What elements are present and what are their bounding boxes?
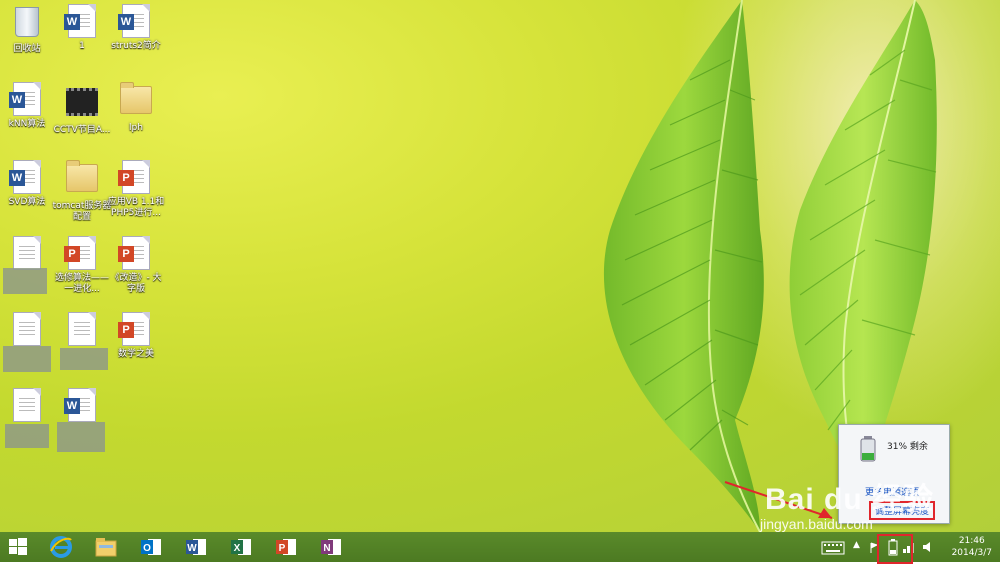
desktop-icon-word-doc[interactable]: W struts2简介 — [106, 4, 166, 52]
desktop-icon-word-doc[interactable]: W SVD算法 — [0, 160, 57, 208]
windows-logo-icon — [9, 538, 27, 555]
redacted-label — [60, 348, 108, 370]
svg-text:W: W — [187, 543, 197, 554]
word-document-icon: W — [64, 388, 96, 422]
desktop-icon-pdf[interactable]: P 选修算法——一进化... — [52, 236, 112, 295]
desktop-icon-recycle-bin[interactable]: 回收站 — [0, 4, 57, 55]
baidu-watermark: Bai du 经验 — [765, 483, 935, 516]
svg-text:P: P — [279, 543, 286, 554]
desktop-icon-pdf[interactable]: P 数学之美 — [106, 312, 166, 360]
word-document-icon: W — [64, 4, 96, 38]
desktop-icon-label: 《改造》- 大字版 — [110, 273, 162, 294]
file-explorer-icon — [95, 538, 117, 557]
desktop-icon-label: 数学之美 — [117, 349, 154, 359]
desktop-icon-label: 选修算法——一进化... — [54, 273, 109, 294]
desktop-icon-folder[interactable]: lph — [106, 82, 166, 134]
svg-text:N: N — [323, 543, 330, 554]
pdf-document-icon: P — [118, 312, 150, 346]
redacted-label — [5, 424, 49, 448]
touch-keyboard-icon[interactable] — [821, 541, 845, 555]
battery-percentage: 31% 剩余 — [887, 442, 928, 452]
desktop-icon-document[interactable] — [52, 312, 112, 346]
redacted-label — [3, 268, 47, 294]
document-icon — [13, 388, 41, 422]
clock-date: 2014/3/7 — [951, 548, 992, 558]
taskbar-powerpoint[interactable]: P — [274, 535, 298, 559]
desktop-icon-document[interactable] — [0, 388, 57, 422]
baidu-watermark-url: jingyan.baidu.com — [760, 516, 873, 532]
taskbar-onenote[interactable]: N — [319, 535, 343, 559]
desktop-icon-word-doc[interactable]: W kNN算法 — [0, 82, 57, 130]
desktop-background: 回收站 W 1 W struts2简介 W kNN算法 CCTV节目A... l… — [0, 0, 1000, 532]
outlook-icon: O — [141, 539, 161, 555]
recycle-bin-icon — [15, 7, 39, 37]
word-document-icon: W — [9, 160, 41, 194]
pdf-document-icon: P — [118, 236, 150, 270]
powerpoint-icon: P — [276, 539, 296, 555]
desktop-icon-label: struts2简介 — [111, 41, 161, 51]
desktop-icon-label: kNN算法 — [8, 119, 46, 129]
start-button[interactable] — [6, 535, 30, 559]
taskbar-file-explorer[interactable] — [94, 535, 118, 559]
desktop-icon-document[interactable] — [0, 312, 57, 346]
internet-explorer-icon — [50, 536, 72, 558]
desktop-icon-label: tomcat服务器配置 — [52, 201, 112, 222]
desktop-icon-folder[interactable]: tomcat服务器配置 — [52, 160, 112, 223]
document-icon — [13, 236, 41, 270]
folder-icon — [66, 160, 98, 192]
excel-icon: X — [231, 539, 251, 555]
desktop-icon-pdf[interactable]: P 应用VB 1.1和PHP5进行... — [106, 160, 166, 219]
desktop-icon-label: SVD算法 — [8, 197, 46, 207]
redacted-label — [57, 422, 105, 452]
document-icon — [68, 312, 96, 346]
system-clock[interactable]: 21:46 2014/3/7 — [952, 535, 992, 559]
desktop-icon-label: 1 — [79, 41, 85, 51]
show-hidden-icons-button[interactable]: ▲ — [853, 540, 860, 570]
desktop-icon-word-doc[interactable]: W — [52, 388, 112, 422]
folder-icon — [120, 82, 152, 114]
taskbar-word[interactable]: W — [184, 535, 208, 559]
pdf-document-icon: P — [118, 160, 150, 194]
video-file-icon — [66, 88, 98, 116]
svg-text:X: X — [234, 543, 241, 554]
taskbar: O W X P N ▲ 21:46 2014/3/7 — [0, 532, 1000, 562]
desktop-icon-label: CCTV节目A... — [53, 125, 111, 135]
word-document-icon: W — [118, 4, 150, 38]
desktop-icon-document[interactable] — [0, 236, 57, 270]
desktop-icon-label: 回收站 — [13, 44, 41, 54]
redacted-label — [3, 346, 51, 372]
onenote-icon: N — [321, 539, 341, 555]
clock-time: 21:46 — [958, 536, 985, 546]
volume-icon[interactable] — [922, 541, 934, 553]
annotation-highlight-box — [877, 534, 913, 564]
taskbar-outlook[interactable]: O — [139, 535, 163, 559]
word-icon: W — [186, 539, 206, 555]
desktop-icon-label: lph — [129, 123, 143, 133]
desktop-icon-pdf[interactable]: P 《改造》- 大字版 — [106, 236, 166, 295]
desktop-icon-label: 应用VB 1.1和PHP5进行... — [107, 197, 165, 218]
battery-icon — [860, 436, 876, 462]
pdf-document-icon: P — [64, 236, 96, 270]
document-icon — [13, 312, 41, 346]
taskbar-internet-explorer[interactable] — [49, 535, 73, 559]
desktop-icon-word-doc[interactable]: W 1 — [52, 4, 112, 52]
desktop-icon-video[interactable]: CCTV节目A... — [52, 82, 112, 136]
word-document-icon: W — [9, 82, 41, 116]
svg-text:O: O — [143, 543, 151, 554]
taskbar-excel[interactable]: X — [229, 535, 253, 559]
